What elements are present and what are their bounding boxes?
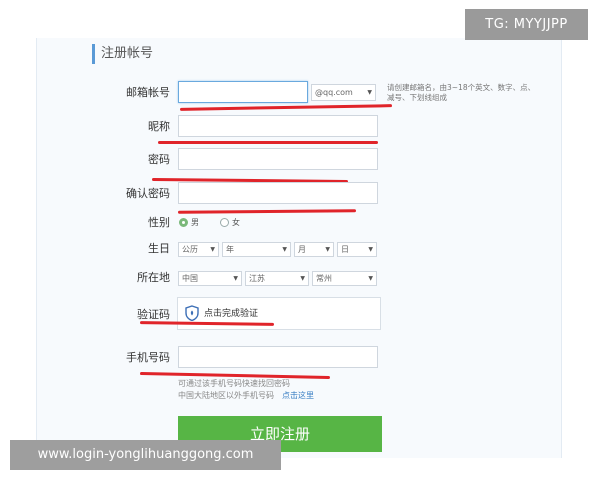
city-select[interactable]: 常州 ▼ <box>312 271 377 286</box>
confirm-password-label: 确认密码 <box>126 187 170 200</box>
chevron-down-icon: ▼ <box>368 275 373 282</box>
gender-male-label: 男 <box>191 218 199 227</box>
chevron-down-icon: ▼ <box>368 246 373 253</box>
chevron-down-icon: ▼ <box>300 275 305 282</box>
nickname-label: 昵称 <box>148 120 170 133</box>
chevron-down-icon: ▼ <box>210 246 215 253</box>
country-select[interactable]: 中国 ▼ <box>178 271 242 286</box>
phone-foreign-note: 中国大陆地区以外手机号码 <box>178 391 274 400</box>
birth-day-value: 日 <box>341 245 349 254</box>
gender-female-radio[interactable] <box>220 218 229 227</box>
birth-year-value: 年 <box>226 245 234 254</box>
redaction-line <box>158 141 378 144</box>
watermark-top: TG: MYYJJPP <box>465 9 588 40</box>
shield-icon <box>185 305 199 321</box>
phone-label: 手机号码 <box>126 351 170 364</box>
section-title: 注册帐号 <box>92 44 153 64</box>
calendar-type-select[interactable]: 公历 ▼ <box>178 242 219 257</box>
email-label: 邮箱帐号 <box>126 86 170 99</box>
email-domain-select[interactable]: @qq.com ▼ <box>311 84 376 101</box>
birth-year-select[interactable]: 年 ▼ <box>222 242 291 257</box>
chevron-down-icon: ▼ <box>282 246 287 253</box>
chevron-down-icon: ▼ <box>367 89 372 96</box>
phone-foreign-link[interactable]: 点击这里 <box>282 391 314 401</box>
calendar-type-value: 公历 <box>182 245 198 254</box>
birthday-label: 生日 <box>148 242 170 255</box>
chevron-down-icon: ▼ <box>325 246 330 253</box>
location-label: 所在地 <box>137 271 170 284</box>
email-domain-value: @qq.com <box>315 88 353 97</box>
city-value: 常州 <box>316 274 332 283</box>
phone-input[interactable] <box>178 346 378 368</box>
gender-female-label: 女 <box>232 218 240 227</box>
password-label: 密码 <box>148 153 170 166</box>
birth-day-select[interactable]: 日 ▼ <box>337 242 377 257</box>
gender-male-radio[interactable] <box>179 218 188 227</box>
chevron-down-icon: ▼ <box>233 275 238 282</box>
email-hint: 请创建邮箱名，由3~18个英文、数字、点、减号、下划线组成 <box>387 83 536 102</box>
captcha-button-text[interactable]: 点击完成验证 <box>204 309 258 319</box>
gender-label: 性别 <box>148 216 170 229</box>
confirm-password-input[interactable] <box>178 182 378 204</box>
province-value: 江苏 <box>249 274 265 283</box>
email-input[interactable] <box>178 81 308 103</box>
password-input[interactable] <box>178 148 378 170</box>
watermark-bottom: www.login-yonglihuanggong.com <box>10 440 281 470</box>
birth-month-value: 月 <box>298 245 306 254</box>
phone-note: 可通过该手机号码快速找回密码 <box>178 379 290 388</box>
province-select[interactable]: 江苏 ▼ <box>245 271 309 286</box>
birth-month-select[interactable]: 月 ▼ <box>294 242 334 257</box>
country-value: 中国 <box>182 274 198 283</box>
nickname-input[interactable] <box>178 115 378 137</box>
